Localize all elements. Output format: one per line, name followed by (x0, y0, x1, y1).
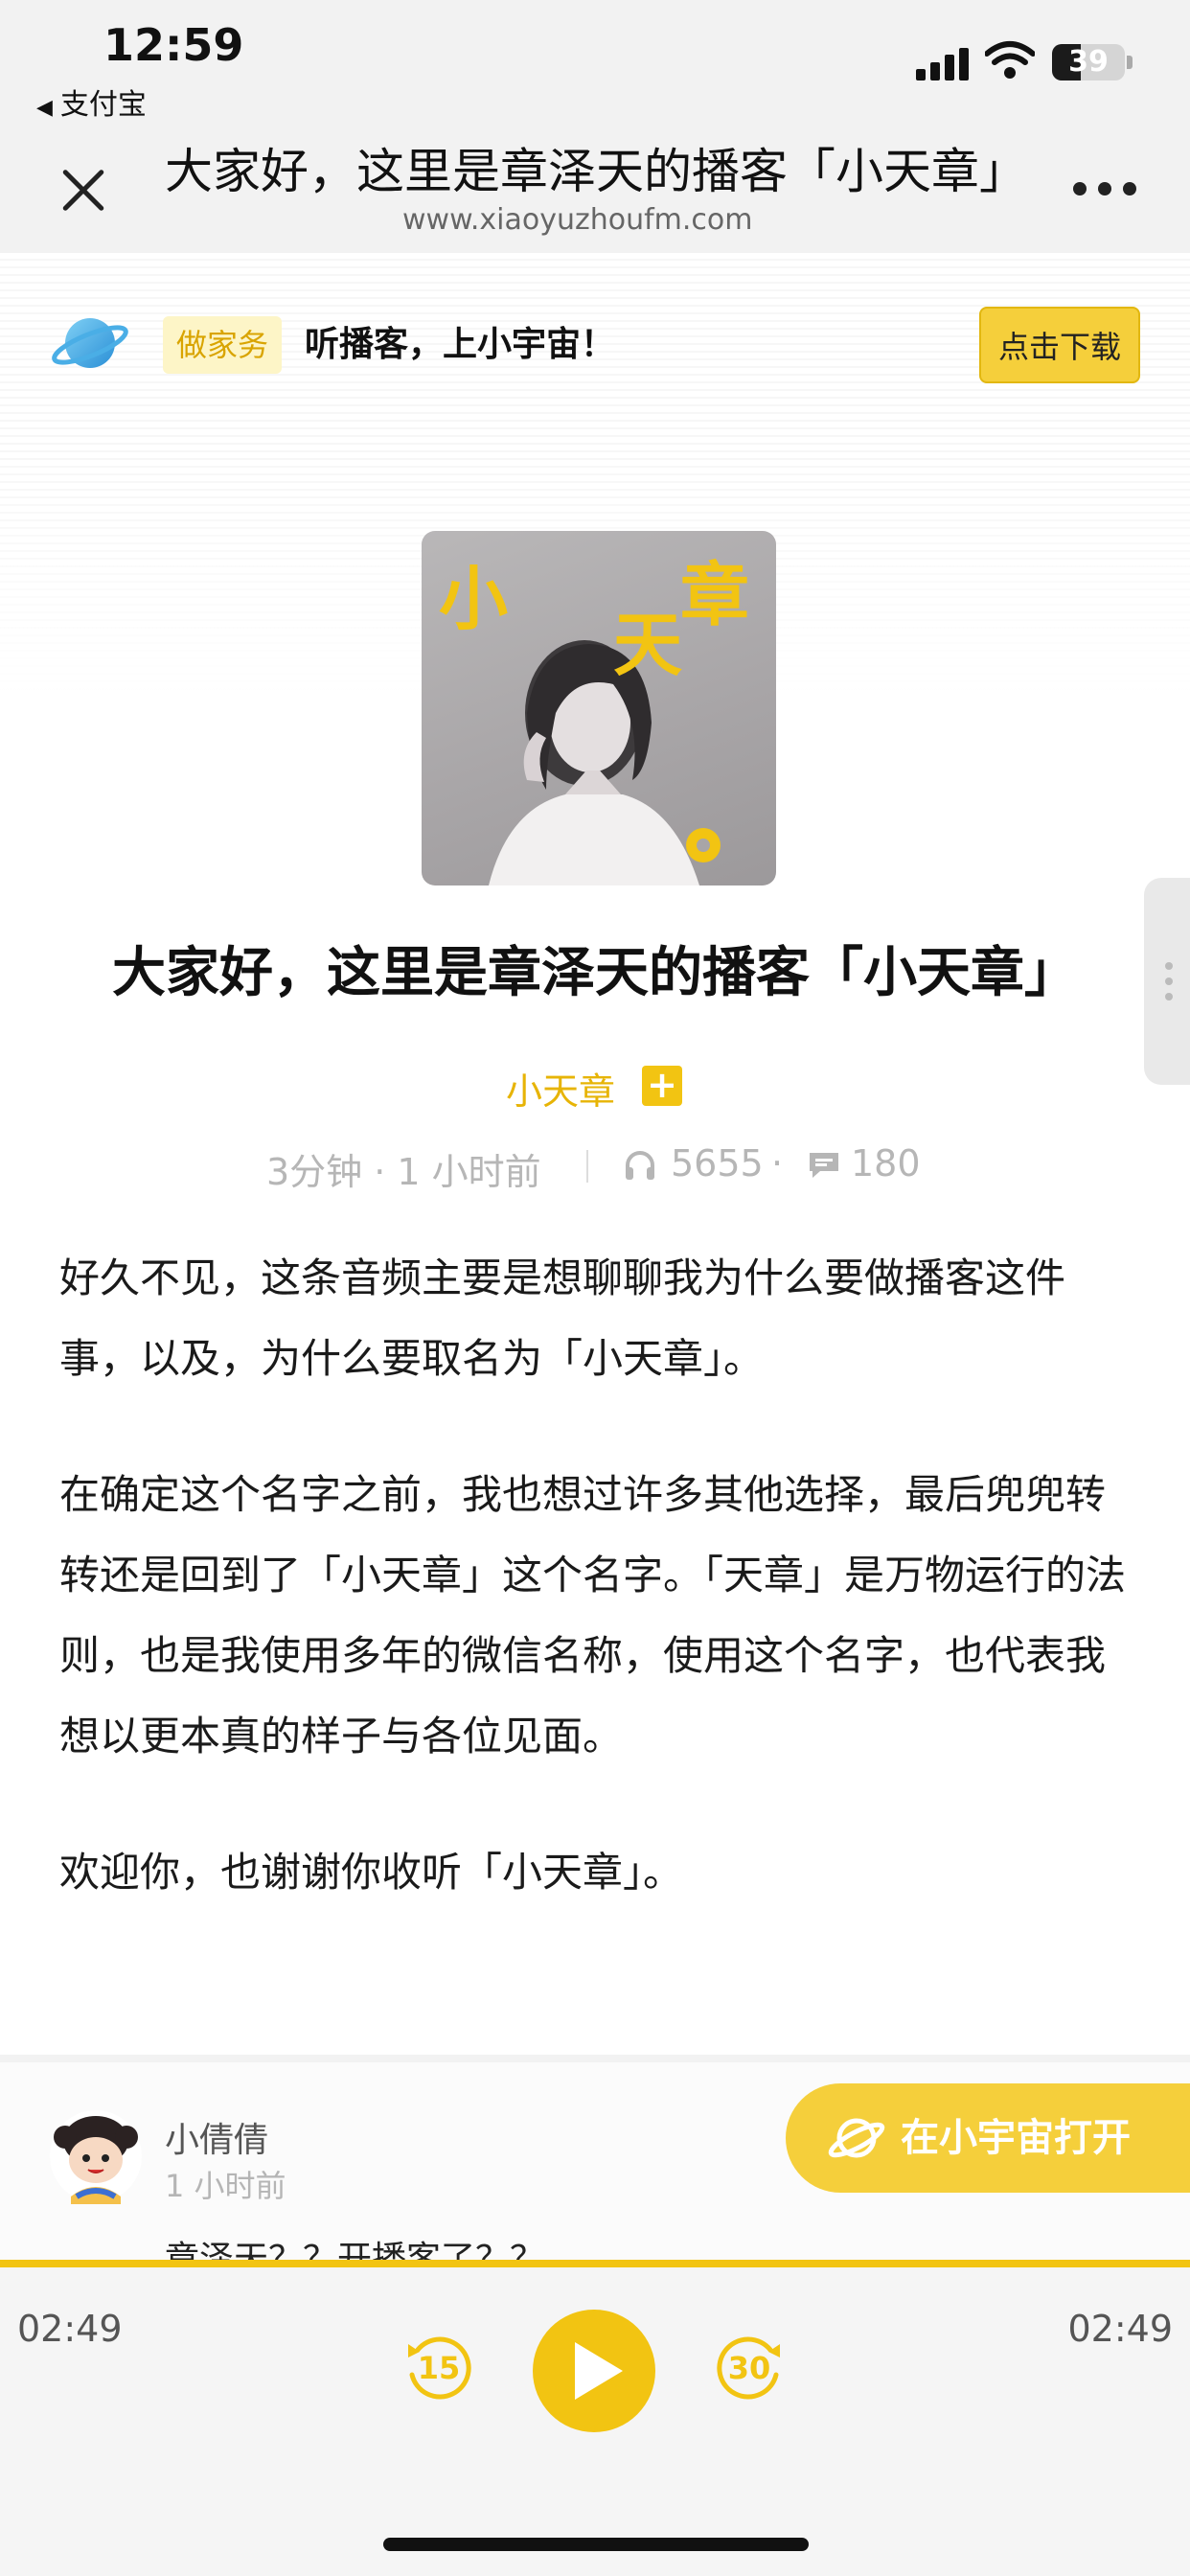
open-in-app-button[interactable]: 在小宇宙打开 (786, 2083, 1190, 2193)
back-to-app-link[interactable]: ◀ 支付宝 (36, 80, 147, 123)
download-button[interactable]: 点击下载 (979, 307, 1140, 383)
comment-time: 1 小时前 (165, 2168, 286, 2204)
play-icon (575, 2342, 623, 2400)
duration-and-time: 3分钟 · 1 小时前 (266, 1151, 541, 1193)
battery-percent: 39 (1068, 45, 1109, 79)
browser-nav-bar: 大家好，这里是章泽天的播客「小天章」 www.xiaoyuzhoufm.com (0, 134, 1190, 253)
elapsed-time: 02:49 (17, 2308, 123, 2350)
forward-seconds: 30 (727, 2350, 771, 2386)
status-bar: 12:59 ◀ 支付宝 39 (0, 0, 1190, 134)
battery-icon: 39 (1052, 44, 1125, 80)
description-paragraph: 在确定这个名字之前，我也想过许多其他选择，最后兜兜转转还是回到了「小天章」这个名… (59, 1471, 1127, 1760)
promo-text: 听播客，上小宇宙！ (305, 325, 616, 364)
planet-logo-icon (52, 318, 128, 368)
close-button[interactable] (48, 155, 117, 224)
cover-char-2: 天 (613, 605, 683, 685)
planet-icon (828, 2118, 885, 2158)
cover-char-1: 小 (439, 559, 509, 639)
back-arrow-icon: ◀ (36, 96, 53, 120)
page-url: www.xiaoyuzhoufm.com (402, 203, 753, 237)
rewind-seconds: 15 (417, 2350, 461, 2386)
progress-fill (0, 2260, 1190, 2267)
headphones-icon (626, 1151, 654, 1180)
podcast-name-link[interactable]: 小天章 (506, 1062, 615, 1115)
page-title: 大家好，这里是章泽天的播客「小天章」 (165, 144, 1027, 199)
play-button[interactable] (533, 2310, 655, 2432)
episode-meta: 3分钟 · 1 小时前 5655 · 180 (0, 1142, 1190, 1193)
wifi-icon (985, 41, 1035, 79)
cellular-signal-icon (916, 46, 972, 80)
comment-icon (810, 1153, 838, 1178)
status-time: 12:59 (103, 19, 244, 71)
meta-divider (586, 1150, 588, 1183)
episode-title: 大家好，这里是章泽天的播客「小天章」 (112, 942, 1078, 1004)
listen-count: 5655 (671, 1142, 764, 1184)
description-paragraph: 好久不见，这条音频主要是想聊聊我为什么要做播客这件事，以及，为什么要取名为「小天… (59, 1254, 1066, 1382)
total-time: 02:49 (1067, 2308, 1173, 2350)
home-indicator (383, 2538, 809, 2551)
back-app-label: 支付宝 (59, 88, 147, 122)
audio-player: 02:49 02:49 15 30 (0, 2260, 1190, 2576)
rewind-button[interactable]: 15 (399, 2327, 479, 2407)
promo-tag: 做家务 (163, 316, 283, 374)
battery-nub (1127, 56, 1133, 69)
description-paragraph: 欢迎你，也谢谢你收听「小天章」。 (59, 1849, 684, 1896)
podcast-cover-image: 小 天 章 (422, 531, 776, 886)
meta-dot: · (771, 1142, 784, 1184)
open-in-app-label: 在小宇宙打开 (901, 2116, 1131, 2160)
section-divider (0, 2055, 1190, 2062)
more-options-button[interactable] (1073, 182, 1140, 201)
forward-button[interactable]: 30 (709, 2327, 790, 2407)
side-handle[interactable] (1144, 878, 1190, 1085)
cover-char-3: 章 (680, 555, 750, 635)
avatar (50, 2110, 142, 2204)
follow-button[interactable]: + (642, 1066, 682, 1106)
progress-bar[interactable] (0, 2260, 1190, 2267)
commenter-name: 小倩倩 (165, 2121, 269, 2160)
comment-count: 180 (851, 1142, 921, 1184)
